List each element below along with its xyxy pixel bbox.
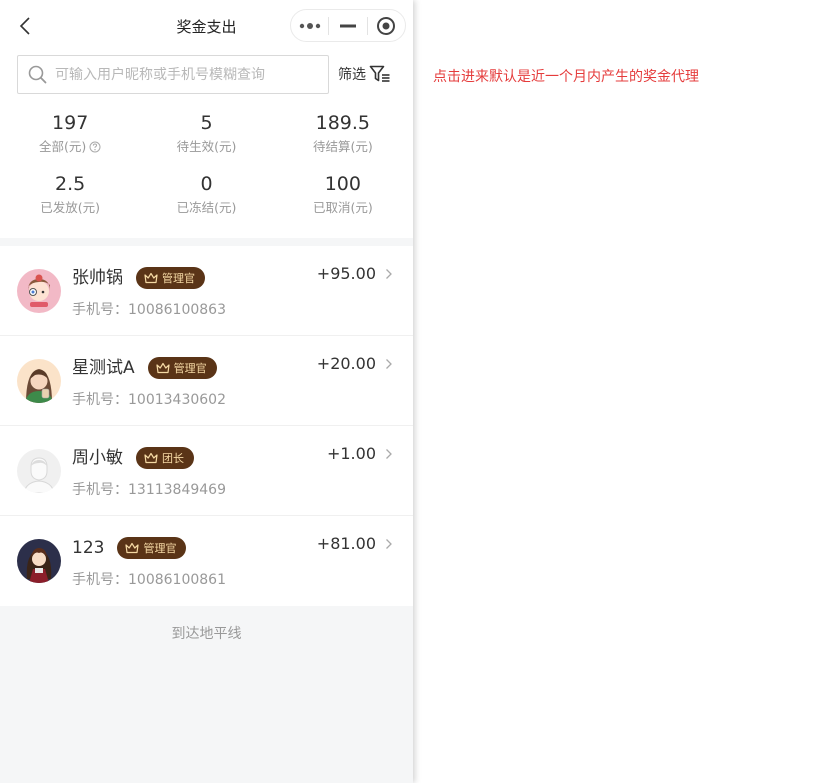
close-miniprogram-button[interactable] bbox=[368, 10, 405, 41]
annotation-note: 点击进来默认是近一个月内产生的奖金代理 bbox=[433, 69, 699, 85]
chevron-right-icon bbox=[386, 359, 392, 369]
stat-pending-settlement[interactable]: 189.5 待结算(元) bbox=[275, 110, 411, 171]
phone-number: 手机号：10086100863 bbox=[72, 299, 226, 319]
stat-label: 待结算(元) bbox=[312, 139, 373, 154]
stat-label: 已冻结(元) bbox=[176, 200, 237, 215]
role-badge: 管理官 bbox=[136, 267, 205, 289]
filter-button[interactable]: 筛选 bbox=[338, 64, 391, 84]
amount: +95.00 bbox=[316, 264, 376, 283]
amount: +20.00 bbox=[316, 354, 376, 373]
header-panel: 奖金支出 筛选 bbox=[0, 0, 413, 238]
avatar-anime-icon bbox=[17, 539, 61, 583]
stat-value: 0 bbox=[200, 173, 213, 195]
user-name: 星测试A bbox=[72, 358, 135, 378]
phone-value: 10086100863 bbox=[128, 302, 226, 318]
amount: +81.00 bbox=[316, 534, 376, 553]
stat-label: 已取消(元) bbox=[312, 200, 373, 215]
phone-number: 手机号：10013430602 bbox=[72, 389, 226, 409]
role-badge-text: 管理官 bbox=[162, 272, 195, 285]
filter-label: 筛选 bbox=[338, 67, 366, 83]
phone-number: 手机号：10086100861 bbox=[72, 569, 226, 589]
name-row: 123 管理官 bbox=[72, 536, 187, 560]
stats-grid: 197 全部(元) 5 待生效(元) 189.5 待结算(元) 2.5 已发放(… bbox=[0, 110, 413, 238]
list-item[interactable]: 123 管理官 手机号：10086100861 +81.00 bbox=[0, 516, 413, 606]
avatar bbox=[17, 359, 61, 403]
role-badge: 团长 bbox=[136, 447, 194, 469]
search-icon bbox=[28, 65, 47, 84]
stat-pending-effective[interactable]: 5 待生效(元) bbox=[138, 110, 274, 171]
stat-value: 2.5 bbox=[55, 173, 86, 195]
minus-icon bbox=[339, 24, 356, 27]
avatar-woman-icon bbox=[17, 359, 61, 403]
crown-icon bbox=[125, 542, 140, 554]
stat-value: 197 bbox=[52, 112, 89, 134]
search-box[interactable] bbox=[17, 55, 329, 94]
search-row: 筛选 bbox=[0, 52, 413, 110]
stat-cancelled[interactable]: 100 已取消(元) bbox=[275, 171, 411, 232]
crown-icon bbox=[144, 452, 158, 464]
amount: +1.00 bbox=[326, 444, 376, 463]
chevron-right-icon bbox=[386, 449, 392, 459]
list-item[interactable]: 周小敏 团长 手机号：13113849469 +1.00 bbox=[0, 426, 413, 516]
phone-screen: 奖金支出 筛选 bbox=[0, 0, 413, 783]
stat-label: 全部(元) bbox=[39, 138, 101, 156]
role-badge: 管理官 bbox=[117, 537, 187, 559]
stat-frozen[interactable]: 0 已冻结(元) bbox=[138, 171, 274, 232]
avatar-default-icon bbox=[17, 449, 61, 493]
stat-issued[interactable]: 2.5 已发放(元) bbox=[2, 171, 138, 232]
more-dots-icon bbox=[299, 22, 320, 29]
bonus-list: 张帅锅 管理官 手机号：10086100863 +95.00 星测试A 管理官 … bbox=[0, 246, 413, 606]
chevron-right-icon bbox=[386, 269, 392, 279]
avatar bbox=[17, 539, 61, 583]
minimize-button[interactable] bbox=[329, 10, 366, 41]
chevron-right-icon bbox=[386, 539, 392, 549]
stat-value: 189.5 bbox=[315, 112, 371, 134]
phone-label: 手机号： bbox=[72, 572, 128, 588]
more-button[interactable] bbox=[291, 10, 328, 41]
user-name: 123 bbox=[72, 538, 105, 558]
role-badge-text: 管理官 bbox=[173, 362, 207, 375]
phone-value: 10086100861 bbox=[128, 572, 226, 588]
target-circle-icon bbox=[377, 16, 396, 35]
stat-value: 100 bbox=[324, 173, 361, 195]
nav-bar: 奖金支出 bbox=[0, 0, 413, 52]
end-of-list-text: 到达地平线 bbox=[171, 626, 242, 642]
phone-number: 手机号：13113849469 bbox=[72, 479, 226, 499]
phone-label: 手机号： bbox=[72, 482, 128, 498]
phone-value: 10013430602 bbox=[128, 392, 226, 408]
chevron-left-icon bbox=[19, 17, 30, 35]
role-badge: 管理官 bbox=[147, 357, 217, 379]
name-row: 张帅锅 管理官 bbox=[72, 266, 205, 290]
list-item[interactable]: 星测试A 管理官 手机号：10013430602 +20.00 bbox=[0, 336, 413, 426]
phone-label: 手机号： bbox=[72, 392, 128, 408]
name-row: 星测试A 管理官 bbox=[72, 356, 217, 380]
stat-value: 5 bbox=[200, 112, 213, 134]
user-name: 张帅锅 bbox=[72, 268, 123, 288]
stat-label: 已发放(元) bbox=[40, 200, 101, 215]
avatar-girl-icon bbox=[17, 269, 61, 313]
help-question-icon[interactable] bbox=[89, 141, 101, 153]
search-input[interactable] bbox=[55, 66, 315, 83]
list-item[interactable]: 张帅锅 管理官 手机号：10086100863 +95.00 bbox=[0, 246, 413, 336]
role-badge-text: 管理官 bbox=[143, 542, 177, 555]
phone-label: 手机号： bbox=[72, 302, 128, 318]
role-badge-text: 团长 bbox=[162, 452, 184, 465]
stat-label-text: 全部(元) bbox=[39, 139, 87, 154]
avatar bbox=[17, 269, 61, 313]
back-button[interactable] bbox=[10, 12, 40, 40]
avatar bbox=[17, 449, 61, 493]
crown-icon bbox=[156, 362, 170, 374]
crown-icon bbox=[144, 272, 158, 284]
stat-label: 待生效(元) bbox=[176, 139, 237, 154]
capsule-menu bbox=[290, 9, 406, 42]
name-row: 周小敏 团长 bbox=[72, 446, 194, 470]
user-name: 周小敏 bbox=[72, 448, 123, 468]
stat-total[interactable]: 197 全部(元) bbox=[2, 110, 138, 171]
phone-value: 13113849469 bbox=[128, 482, 226, 498]
filter-funnel-icon bbox=[369, 65, 390, 82]
